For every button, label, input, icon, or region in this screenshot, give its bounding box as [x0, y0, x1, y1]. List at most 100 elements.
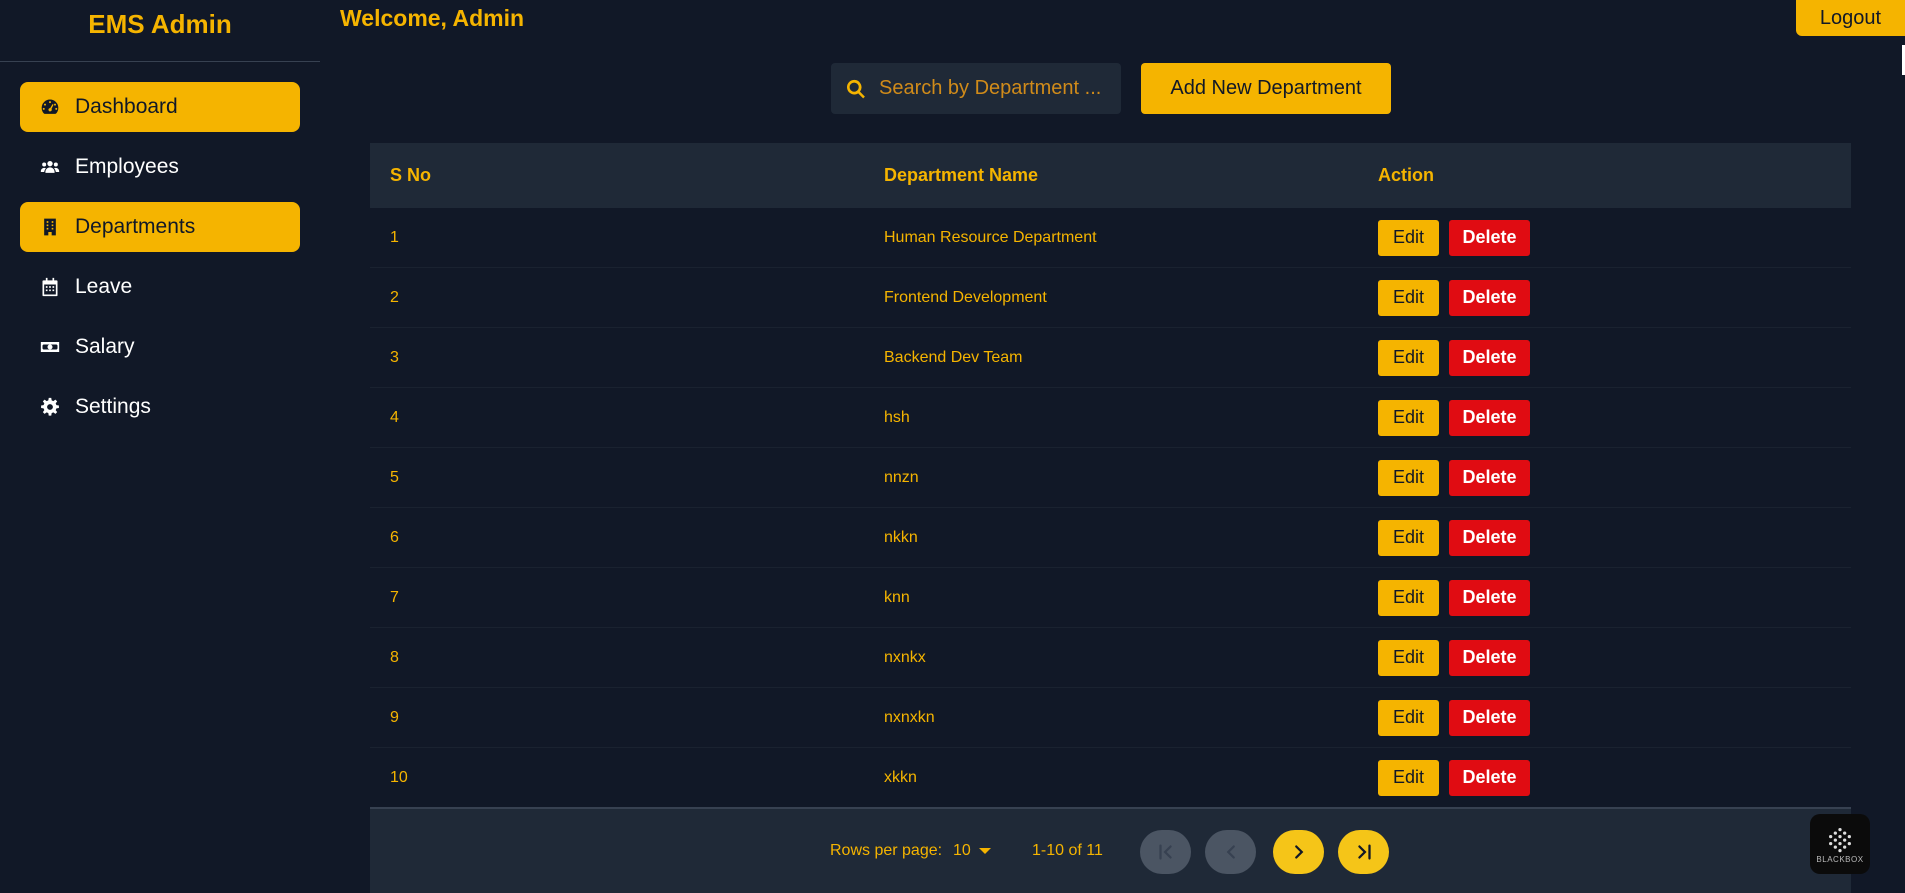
cell-sno: 4 [390, 408, 399, 426]
previous-page-button[interactable] [1205, 830, 1256, 874]
edit-button[interactable]: Edit [1378, 759, 1439, 796]
sidebar-item-label: Salary [75, 335, 135, 358]
pagination-bar: Rows per page: 10 1-10 of 11 [370, 807, 1851, 893]
cell-sno: 10 [390, 768, 408, 786]
cell-actions: Edit Delete [1358, 279, 1851, 316]
table-header: S No Department Name Action [370, 143, 1851, 208]
table-row: 10 xkkn Edit Delete [370, 748, 1851, 808]
top-header: Welcome, Admin Logout [320, 0, 1905, 40]
cell-department-name: nnzn [884, 468, 919, 486]
delete-button[interactable]: Delete [1449, 339, 1530, 376]
next-page-button[interactable] [1273, 830, 1324, 874]
table-row: 6 nkkn Edit Delete [370, 508, 1851, 568]
column-header-action: Action [1378, 165, 1434, 185]
cell-sno: 1 [390, 228, 399, 246]
edit-button[interactable]: Edit [1378, 579, 1439, 616]
cell-department-name: knn [884, 588, 910, 606]
blackbox-logo-icon [1829, 827, 1851, 852]
edit-button[interactable]: Edit [1378, 639, 1439, 676]
edit-button[interactable]: Edit [1378, 519, 1439, 556]
sidebar: EMS Admin Dashboard Employees Department… [0, 0, 320, 893]
cell-sno: 9 [390, 708, 399, 726]
money-bill-icon [40, 337, 60, 357]
chevron-right-icon [1294, 845, 1303, 859]
edit-button[interactable]: Edit [1378, 219, 1439, 256]
pagination-range: 1-10 of 11 [1032, 842, 1103, 859]
add-department-button[interactable]: Add New Department [1141, 63, 1391, 114]
delete-button[interactable]: Delete [1449, 279, 1530, 316]
first-page-button[interactable] [1140, 830, 1191, 874]
cell-department-name: xkkn [884, 768, 917, 786]
cell-department-name: nxnkx [884, 648, 926, 666]
edit-button[interactable]: Edit [1378, 399, 1439, 436]
delete-button[interactable]: Delete [1449, 639, 1530, 676]
delete-button[interactable]: Delete [1449, 459, 1530, 496]
table-row: 8 nxnkx Edit Delete [370, 628, 1851, 688]
cell-actions: Edit Delete [1358, 399, 1851, 436]
delete-button[interactable]: Delete [1449, 759, 1530, 796]
sidebar-item-salary[interactable]: Salary [20, 322, 300, 372]
delete-button[interactable]: Delete [1449, 219, 1530, 256]
table-row: 7 knn Edit Delete [370, 568, 1851, 628]
search-icon [847, 79, 865, 98]
table-row: 1 Human Resource Department Edit Delete [370, 208, 1851, 268]
badge-label: BLACKBOX [1816, 854, 1864, 864]
tachometer-icon [40, 97, 60, 117]
cell-department-name: nkkn [884, 528, 918, 546]
column-header-department-name[interactable]: Department Name [864, 165, 1358, 186]
cell-actions: Edit Delete [1358, 459, 1851, 496]
gear-icon [40, 397, 60, 417]
calendar-icon [40, 277, 60, 297]
search-input[interactable] [879, 77, 1109, 100]
cell-sno: 5 [390, 468, 399, 486]
first-page-icon [1158, 844, 1172, 860]
blackbox-badge[interactable]: BLACKBOX [1810, 814, 1870, 874]
table-row: 2 Frontend Development Edit Delete [370, 268, 1851, 328]
sidebar-item-departments[interactable]: Departments [20, 202, 300, 252]
delete-button[interactable]: Delete [1449, 519, 1530, 556]
departments-table: S No Department Name Action 1 Human Resou… [370, 143, 1851, 808]
last-page-icon [1357, 844, 1371, 860]
edit-button[interactable]: Edit [1378, 459, 1439, 496]
cell-department-name: Frontend Development [884, 288, 1047, 306]
cell-actions: Edit Delete [1358, 519, 1851, 556]
sidebar-item-settings[interactable]: Settings [20, 382, 300, 432]
sidebar-item-label: Leave [75, 275, 133, 298]
table-row: 9 nxnxkn Edit Delete [370, 688, 1851, 748]
edit-button[interactable]: Edit [1378, 699, 1439, 736]
table-row: 4 hsh Edit Delete [370, 388, 1851, 448]
logout-button[interactable]: Logout [1796, 0, 1905, 36]
search-box[interactable] [831, 63, 1121, 114]
cell-sno: 7 [390, 588, 399, 606]
cell-sno: 2 [390, 288, 399, 306]
delete-button[interactable]: Delete [1449, 579, 1530, 616]
rows-per-page-value: 10 [953, 842, 971, 859]
sidebar-item-label: Employees [75, 155, 179, 178]
sidebar-item-label: Dashboard [75, 95, 178, 118]
delete-button[interactable]: Delete [1449, 399, 1530, 436]
sidebar-item-employees[interactable]: Employees [20, 142, 300, 192]
cell-actions: Edit Delete [1358, 759, 1851, 796]
cell-actions: Edit Delete [1358, 579, 1851, 616]
last-page-button[interactable] [1338, 830, 1389, 874]
edit-button[interactable]: Edit [1378, 339, 1439, 376]
table-body: 1 Human Resource Department Edit Delete 2 Fro… [370, 208, 1851, 808]
column-header-sno[interactable]: S No [370, 165, 864, 186]
caret-down-icon [978, 848, 991, 854]
sidebar-item-leave[interactable]: Leave [20, 262, 300, 312]
rows-per-page-select[interactable]: 10 [953, 842, 991, 860]
cell-department-name: Human Resource Department [884, 228, 1097, 246]
edit-button[interactable]: Edit [1378, 279, 1439, 316]
cell-actions: Edit Delete [1358, 699, 1851, 736]
cell-department-name: nxnxkn [884, 708, 935, 726]
sidebar-nav: Dashboard Employees Departments Leave Sa… [0, 62, 320, 462]
rows-per-page-label: Rows per page: [830, 842, 943, 859]
sidebar-item-dashboard[interactable]: Dashboard [20, 82, 300, 132]
department-toolbar: Add New Department [831, 63, 1391, 114]
cell-actions: Edit Delete [1358, 639, 1851, 676]
table-row: 3 Backend Dev Team Edit Delete [370, 328, 1851, 388]
cell-sno: 3 [390, 348, 399, 366]
brand-title: EMS Admin [0, 0, 320, 62]
delete-button[interactable]: Delete [1449, 699, 1530, 736]
chevron-left-icon [1226, 845, 1235, 859]
